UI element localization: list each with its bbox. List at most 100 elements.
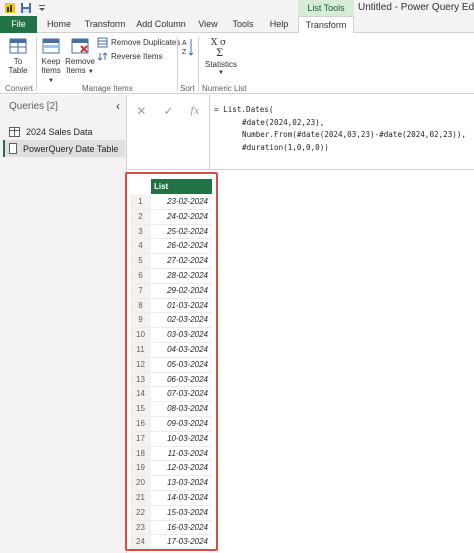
table-row[interactable]: 6 28-02-2024 [130,268,212,284]
row-number[interactable]: 8 [130,298,151,313]
customize-toolbar-icon[interactable] [36,2,48,14]
date-cell[interactable]: 27-02-2024 [151,254,212,268]
row-number[interactable]: 18 [130,446,151,461]
row-number[interactable]: 14 [130,387,151,402]
row-number[interactable]: 16 [130,416,151,431]
table-row[interactable]: 3 25-02-2024 [130,224,212,240]
row-number[interactable]: 13 [130,372,151,387]
table-row[interactable]: 10 03-03-2024 [130,328,212,343]
row-number[interactable]: 4 [130,239,151,254]
row-number[interactable]: 21 [130,490,151,505]
date-cell[interactable]: 05-03-2024 [151,358,212,372]
table-row[interactable]: 9 02-03-2024 [130,313,212,329]
statistics-button[interactable]: X σ Σ Statistics ▼ [204,36,238,78]
table-row[interactable]: 11 04-03-2024 [130,342,212,358]
fx-icon[interactable]: fx [190,106,199,117]
table-row[interactable]: 22 15-03-2024 [130,505,212,521]
sort-button[interactable]: A Z [181,37,195,59]
commit-icon[interactable]: ✓ [163,104,173,118]
row-number[interactable]: 3 [130,224,151,239]
date-cell[interactable]: 25-02-2024 [151,225,212,239]
tab-view[interactable]: View [194,16,222,33]
date-cell[interactable]: 02-03-2024 [151,313,212,327]
row-number[interactable]: 5 [130,254,151,268]
row-number[interactable]: 1 [130,195,151,209]
app-icon [5,3,15,13]
formula-editor[interactable]: = List.Dates(#date(2024,02,23), Number.Fr… [214,104,474,154]
row-number[interactable]: 22 [130,505,151,520]
table-row[interactable]: 2 24-02-2024 [130,209,212,225]
remove-items-button[interactable]: Remove Items ▼ [65,37,95,77]
row-number[interactable]: 24 [130,535,151,549]
row-number[interactable]: 9 [130,313,151,328]
table-row[interactable]: 1 23-02-2024 [130,195,212,210]
table-row[interactable]: 12 05-03-2024 [130,357,212,373]
query-item-2024-sales-data[interactable]: 2024 Sales Data [3,123,125,140]
date-cell[interactable]: 14-03-2024 [151,491,212,505]
date-cell[interactable]: 07-03-2024 [151,387,212,401]
date-cell[interactable]: 29-02-2024 [151,284,212,298]
tab-home[interactable]: Home [42,16,76,33]
tab-help[interactable]: Help [264,16,294,33]
collapse-pane-icon[interactable]: ‹ [116,99,120,113]
date-cell[interactable]: 26-02-2024 [151,239,212,253]
to-table-button[interactable]: To Table [5,37,31,75]
row-number[interactable]: 15 [130,402,151,416]
row-number[interactable]: 11 [130,342,151,357]
table-row[interactable]: 4 26-02-2024 [130,239,212,255]
date-cell[interactable]: 06-03-2024 [151,373,212,387]
tab-list-transform[interactable]: Transform [298,16,354,34]
table-row[interactable]: 17 10-03-2024 [130,431,212,447]
column-header-list[interactable]: List [151,179,212,194]
date-cell[interactable]: 13-03-2024 [151,476,212,490]
keep-items-button[interactable]: Keep Items ▼ [39,37,63,86]
date-cell[interactable]: 11-03-2024 [151,447,212,461]
row-number[interactable]: 17 [130,431,151,446]
row-number[interactable]: 23 [130,520,151,535]
table-row[interactable]: 14 07-03-2024 [130,387,212,403]
reverse-items-button[interactable]: Reverse Items [97,51,163,62]
table-row[interactable]: 16 09-03-2024 [130,416,212,432]
row-number[interactable]: 10 [130,328,151,342]
table-row[interactable]: 24 17-03-2024 [130,535,212,549]
date-cell[interactable]: 09-03-2024 [151,417,212,431]
save-icon[interactable] [20,2,32,14]
cancel-icon[interactable]: ✕ [136,104,146,118]
query-item-powerquery-date-table[interactable]: PowerQuery Date Table [3,140,125,157]
date-cell[interactable]: 10-03-2024 [151,432,212,446]
row-number[interactable]: 20 [130,476,151,490]
table-row[interactable]: 5 27-02-2024 [130,254,212,269]
row-number[interactable]: 12 [130,357,151,372]
date-cell[interactable]: 24-02-2024 [151,210,212,224]
date-cell[interactable]: 23-02-2024 [151,195,212,209]
tab-transform[interactable]: Transform [80,16,130,33]
date-cell[interactable]: 15-03-2024 [151,506,212,520]
table-row[interactable]: 23 16-03-2024 [130,520,212,536]
tab-file[interactable]: File [0,16,37,33]
date-cell[interactable]: 17-03-2024 [151,535,212,549]
tab-tools[interactable]: Tools [228,16,258,33]
table-row[interactable]: 19 12-03-2024 [130,461,212,477]
row-number[interactable]: 19 [130,461,151,476]
row-number[interactable]: 2 [130,209,151,224]
date-cell[interactable]: 28-02-2024 [151,269,212,283]
title-bar: List Tools Untitled - Power Query Editor [0,0,474,16]
table-row[interactable]: 15 08-03-2024 [130,402,212,417]
svg-text:σ: σ [220,38,226,48]
table-row[interactable]: 21 14-03-2024 [130,490,212,506]
table-row[interactable]: 20 13-03-2024 [130,476,212,491]
date-cell[interactable]: 16-03-2024 [151,521,212,535]
table-row[interactable]: 18 11-03-2024 [130,446,212,462]
date-cell[interactable]: 12-03-2024 [151,461,212,475]
table-row[interactable]: 13 06-03-2024 [130,372,212,388]
table-row[interactable]: 7 29-02-2024 [130,283,212,299]
row-number[interactable]: 6 [130,268,151,283]
date-cell[interactable]: 01-03-2024 [151,299,212,313]
remove-duplicates-button[interactable]: Remove Duplicates [97,37,180,48]
row-number[interactable]: 7 [130,283,151,298]
date-cell[interactable]: 04-03-2024 [151,343,212,357]
tab-add-column[interactable]: Add Column [134,16,188,33]
date-cell[interactable]: 08-03-2024 [151,402,212,416]
date-cell[interactable]: 03-03-2024 [151,328,212,342]
table-row[interactable]: 8 01-03-2024 [130,298,212,314]
